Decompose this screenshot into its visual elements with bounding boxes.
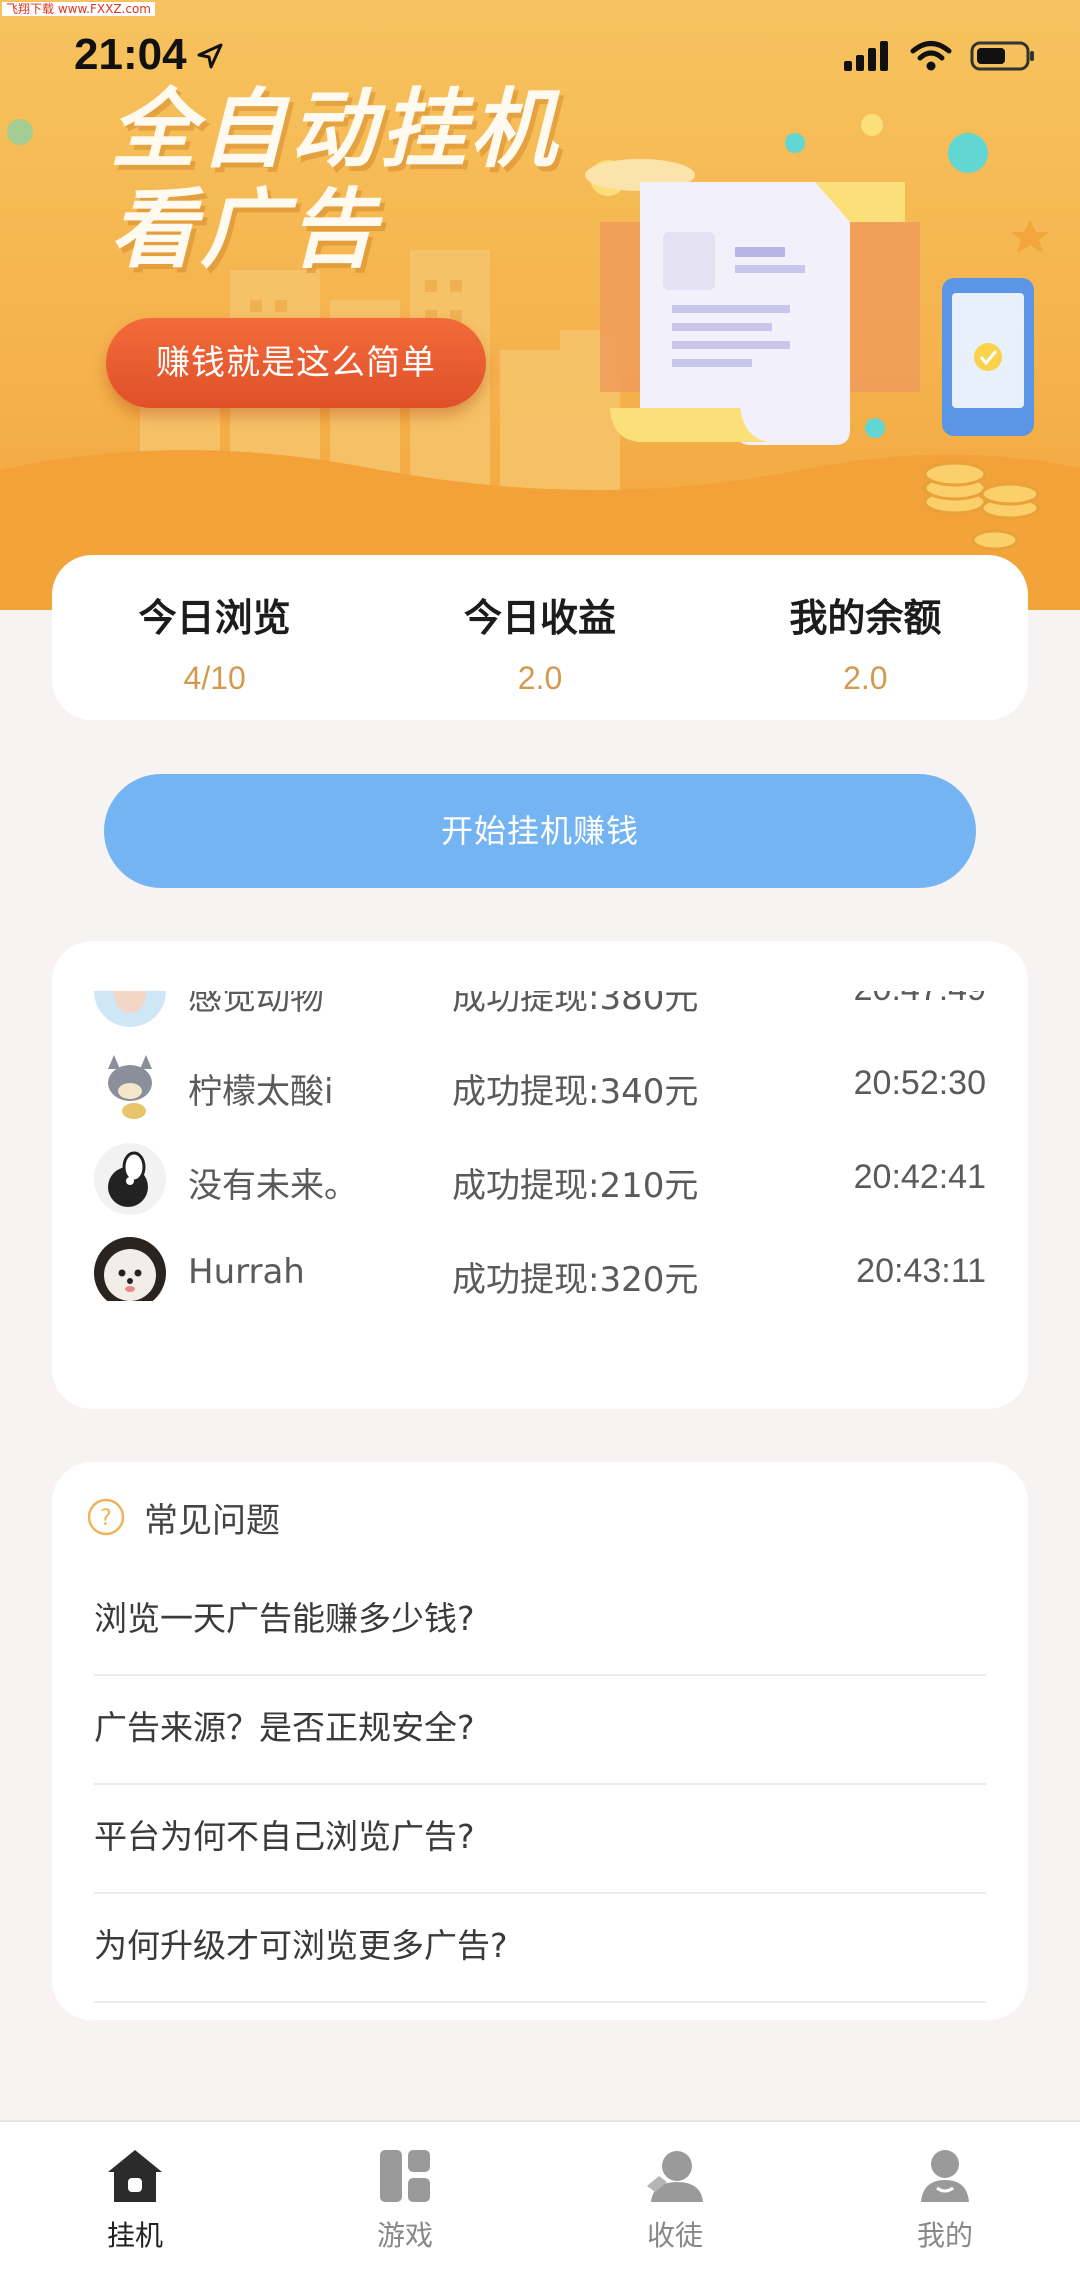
status-indicators: [844, 40, 1036, 72]
hero-title-line2: 看广告: [110, 180, 380, 280]
ticker-time: 20:52:30: [853, 1064, 986, 1102]
ticker-username: 感觉动物: [188, 991, 324, 1018]
ticker-username: 柠檬太酸i: [188, 1072, 334, 1112]
tab-label: 收徒: [646, 2219, 703, 2252]
stat-value: 2.0: [843, 660, 888, 696]
status-time: 21:04: [74, 30, 187, 79]
hero-banner: 飞翔下载 www.FXXZ.com 21:04 全自动挂机 看广告 赚钱就是这么…: [0, 0, 1080, 610]
stat-label: 今日浏览: [138, 596, 291, 640]
stat-today-earnings: 今日收益 2.0: [377, 555, 702, 720]
cellular-signal-icon: [844, 41, 888, 71]
hero-title: 全自动挂机 看广告: [110, 80, 670, 280]
home-icon: [108, 2150, 162, 2202]
wifi-icon: [910, 41, 952, 71]
stat-today-views: 今日浏览 4/10: [52, 555, 377, 720]
stat-label: 我的余额: [789, 596, 942, 640]
hero-title-line1: 全自动挂机: [110, 80, 560, 180]
battery-icon: [970, 41, 1034, 71]
faq-title: 常见问题: [144, 1500, 280, 1541]
hero-slogan-button[interactable]: 赚钱就是这么简单: [106, 318, 486, 408]
stat-label: 今日收益: [463, 596, 616, 640]
start-earning-button[interactable]: 开始挂机赚钱: [104, 774, 976, 888]
ticker-message: 成功提现:380元: [452, 991, 699, 1018]
ticker-message: 成功提现:210元: [452, 1166, 699, 1206]
ticker-message: 成功提现:340元: [452, 1072, 699, 1112]
ticker-time: 20:43:11: [856, 1252, 986, 1290]
ticker-row: 柠檬太酸i 成功提现:340元 20:52:30: [52, 1038, 1028, 1132]
apps-icon: [380, 2150, 430, 2202]
apprentice-icon: [647, 2151, 703, 2202]
avatar: [94, 1049, 166, 1121]
faq-item[interactable]: 平台为何不自己浏览广告?: [94, 1784, 986, 1894]
tab-label: 我的: [916, 2219, 973, 2252]
faq-card: ? 常见问题 浏览一天广告能赚多少钱? 广告来源？是否正规安全? 平台为何不自己…: [52, 1462, 1028, 2020]
tab-hangup[interactable]: 挂机: [55, 2144, 215, 2254]
stat-value: 2.0: [517, 660, 563, 696]
tab-mine[interactable]: 我的: [865, 2144, 1025, 2254]
faq-item[interactable]: 广告来源？是否正规安全?: [94, 1675, 986, 1785]
ticker-username: Hurrah: [188, 1252, 305, 1292]
svg-text:?: ?: [100, 1506, 112, 1531]
faq-item[interactable]: 浏览一天广告能赚多少钱?: [94, 1566, 986, 1676]
location-arrow-icon: [197, 43, 223, 69]
tab-apprentice[interactable]: 收徒: [595, 2144, 755, 2254]
ticker-row: 感觉动物 成功提现:380元 20:47:49: [52, 991, 1028, 1038]
tab-games[interactable]: 游戏: [325, 2144, 485, 2254]
ticker-username: 没有未来。: [188, 1166, 358, 1206]
watermark: 飞翔下载 www.FXXZ.com: [2, 2, 155, 16]
avatar: [94, 1237, 166, 1301]
withdraw-ticker: 感觉动物 成功提现:380元 20:47:49 柠檬太酸i 成功提现:340元 …: [52, 941, 1028, 1409]
ticker-row: Hurrah 成功提现:320元 20:43:11: [52, 1226, 1028, 1301]
ticker-time: 20:47:49: [854, 991, 986, 1009]
ticker-viewport: 感觉动物 成功提现:380元 20:47:49 柠檬太酸i 成功提现:340元 …: [52, 991, 1028, 1301]
ticker-row: 没有未来。 成功提现:210元 20:42:41: [52, 1132, 1028, 1226]
ticker-message: 成功提现:320元: [452, 1260, 699, 1300]
avatar: [94, 991, 166, 1027]
avatar: [94, 1143, 166, 1215]
profile-icon: [921, 2150, 969, 2202]
stat-value: 4/10: [183, 660, 246, 696]
faq-item[interactable]: 为何升级才可浏览更多广告?: [94, 1893, 986, 2003]
faq-header: ? 常见问题: [86, 1492, 280, 1542]
tab-label: 游戏: [376, 2219, 433, 2252]
bottom-tab-bar: 挂机 游戏 收徒 我的: [0, 2120, 1080, 2269]
tab-label: 挂机: [106, 2219, 163, 2252]
stat-my-balance[interactable]: 我的余额 2.0: [703, 555, 1028, 720]
ticker-time: 20:42:41: [853, 1158, 986, 1196]
stats-card: 今日浏览 4/10 今日收益 2.0 我的余额 2.0: [52, 555, 1028, 720]
question-circle-icon: ?: [87, 1498, 125, 1536]
